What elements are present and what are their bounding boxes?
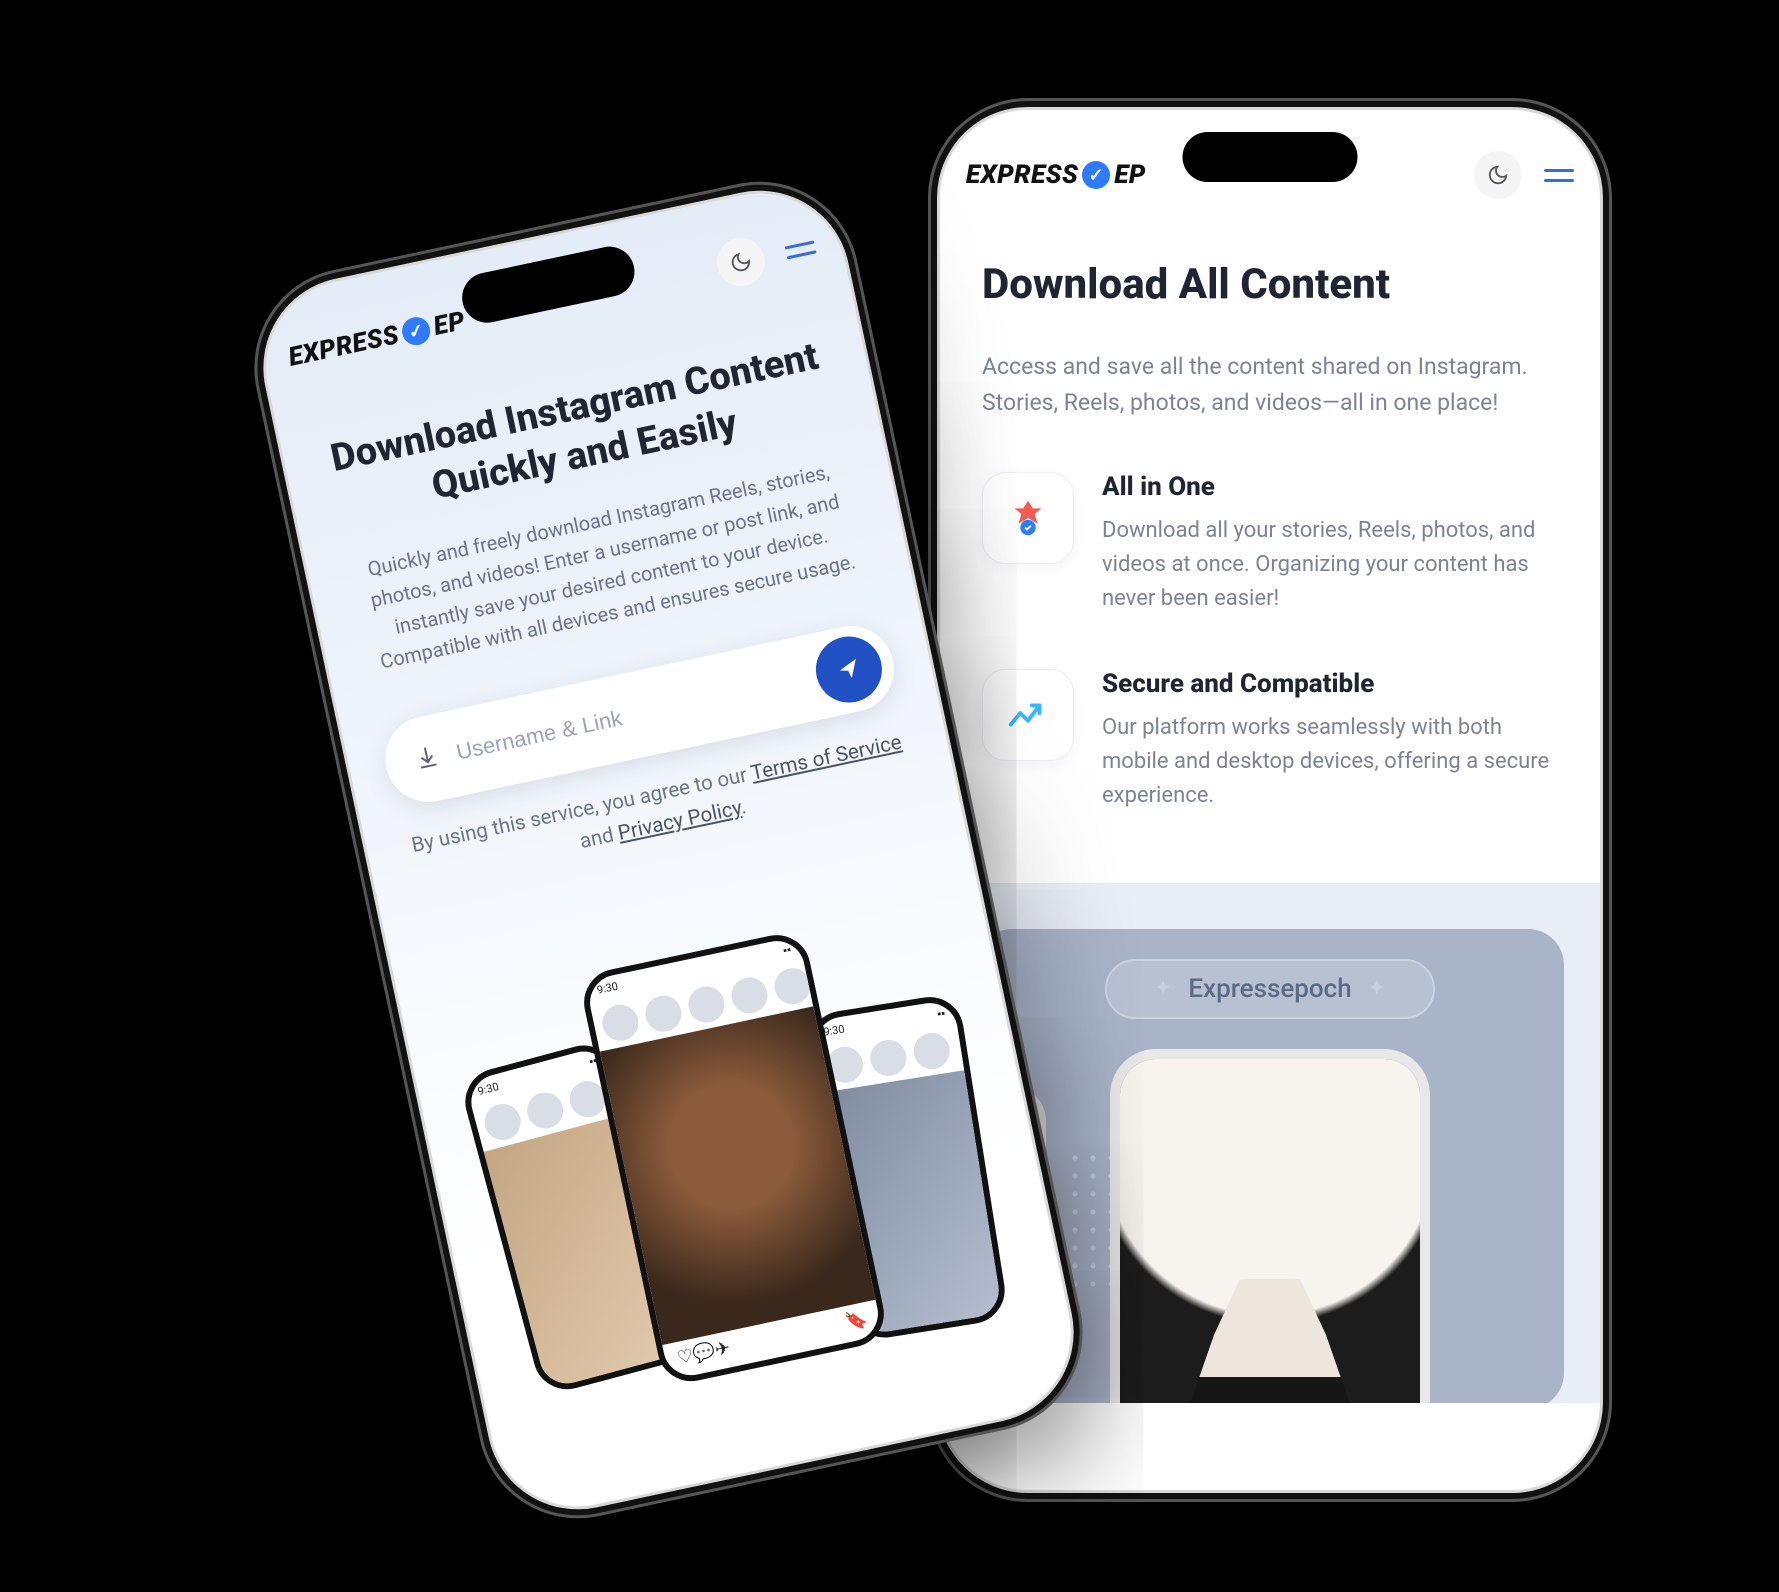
phone-mute-switch	[284, 546, 304, 597]
menu-button[interactable]	[784, 240, 816, 259]
showcase-label: Expressepoch	[1188, 974, 1351, 1004]
mini-time: 9:30	[822, 1022, 845, 1038]
brand-text-1: EXPRESS	[286, 320, 402, 373]
menu-button[interactable]	[1544, 169, 1574, 182]
dark-mode-toggle[interactable]	[712, 234, 769, 291]
feature-title: All in One	[1102, 472, 1558, 502]
showcase-pill: ✦ Expressepoch ✦	[1105, 959, 1435, 1019]
content-section: Download All Content Access and save all…	[940, 210, 1600, 813]
feature-desc: Download all your stories, Reels, photos…	[1102, 514, 1558, 616]
submit-button[interactable]	[810, 630, 888, 708]
share-icon: ✈	[713, 1337, 732, 1361]
section-heading: Download All Content	[982, 260, 1558, 309]
instagram-mock-stack: 9:30▪▪ 9:30▪▪ 9:30▪▪ ♡ 💬 ✈ 🔖	[480, 908, 984, 1389]
moon-icon	[1487, 164, 1509, 186]
brand-text-2: EP	[431, 306, 468, 342]
all-in-one-icon	[982, 472, 1074, 564]
verified-badge-icon: ✓	[1082, 161, 1110, 189]
moon-icon	[728, 249, 754, 275]
tos-link[interactable]: Terms of Service	[749, 731, 904, 786]
brand-text-2: EP	[1114, 160, 1146, 190]
verified-badge-icon: ✓	[400, 314, 433, 347]
search-input[interactable]	[454, 664, 819, 766]
mini-time: 9:30	[596, 980, 619, 997]
sparkle-icon: ✦	[1154, 976, 1172, 1001]
feature-title: Secure and Compatible	[1102, 669, 1558, 699]
mini-time: 9:30	[476, 1079, 500, 1097]
dynamic-island	[1183, 132, 1358, 182]
bookmark-icon: 🔖	[843, 1308, 869, 1333]
feature-all-in-one: All in One Download all your stories, Re…	[982, 472, 1558, 616]
feature-secure: Secure and Compatible Our platform works…	[982, 669, 1558, 813]
brand-logo[interactable]: EXPRESS ✓ EP	[966, 160, 1146, 190]
sparkle-icon: ✦	[1368, 976, 1386, 1001]
consent-and: and	[578, 822, 621, 854]
brand-text-1: EXPRESS	[966, 160, 1078, 190]
dark-mode-toggle[interactable]	[1474, 151, 1522, 199]
person-photo	[1170, 1279, 1370, 1403]
download-icon	[413, 743, 442, 775]
secure-icon	[982, 669, 1074, 761]
feature-desc: Our platform works seamlessly with both …	[1102, 711, 1558, 813]
section-intro: Access and save all the content shared o…	[982, 349, 1558, 420]
send-icon	[835, 655, 863, 683]
showcase-center-phone	[1110, 1049, 1430, 1403]
